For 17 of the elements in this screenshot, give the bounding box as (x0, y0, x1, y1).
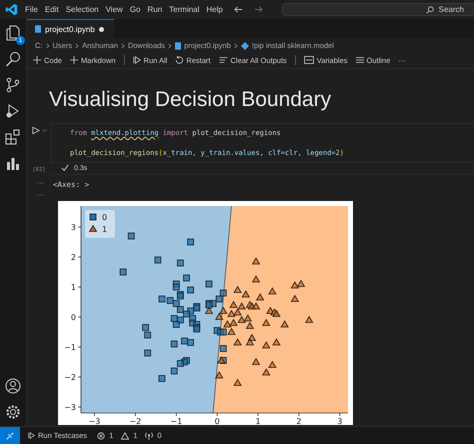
x-tick-label: 2 (296, 417, 302, 425)
y-tick-label: −3 (64, 403, 76, 412)
legend-label: 0 (102, 213, 108, 222)
legend-label: 1 (102, 225, 108, 234)
y-tick-label: 0 (70, 313, 76, 322)
x-tick-label: 1 (256, 417, 261, 425)
x-tick-label: −3 (88, 417, 100, 425)
y-tick-label: −2 (64, 373, 76, 382)
y-tick-label: 1 (70, 283, 76, 292)
x-tick-label: −1 (170, 417, 182, 425)
x-tick-label: −2 (129, 417, 142, 425)
markdown-heading: Visualising Decision Boundary (48, 87, 332, 111)
x-tick-label: 0 (214, 417, 220, 425)
y-tick-label: 2 (70, 253, 76, 262)
y-tick-label: 3 (70, 223, 76, 232)
y-tick-label: −1 (64, 343, 76, 352)
x-tick-label: 3 (337, 417, 342, 425)
